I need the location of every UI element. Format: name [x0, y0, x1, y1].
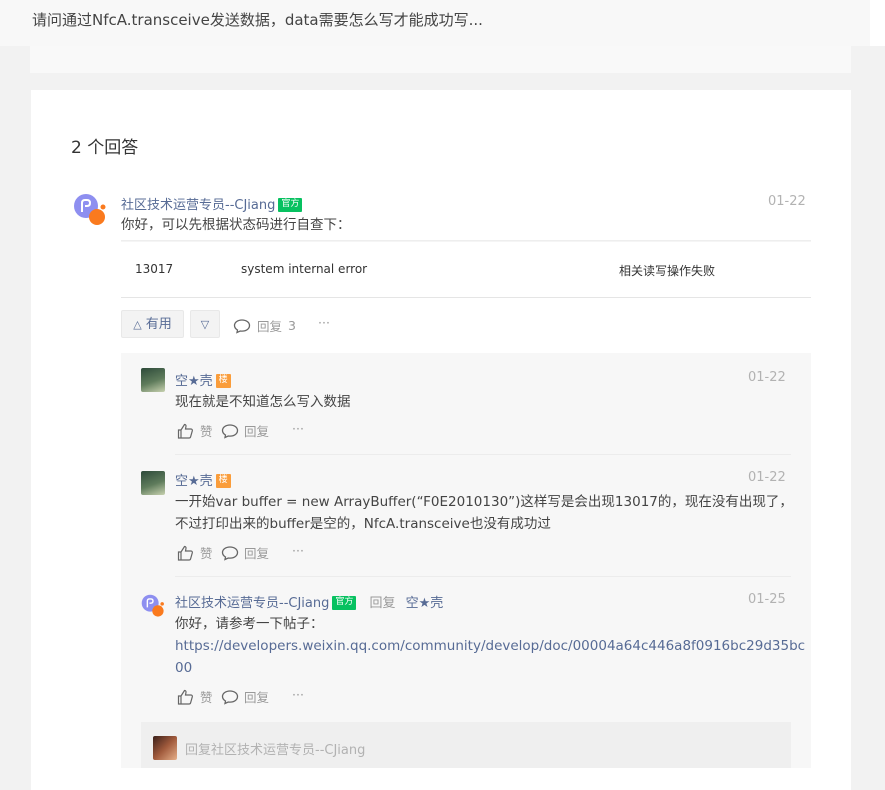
thumbs-up-icon [177, 423, 193, 439]
comment-divider [175, 576, 791, 577]
useful-label: 有用 [145, 317, 172, 332]
owner-badge: 楼 [215, 473, 231, 488]
like-button[interactable]: 赞 [177, 543, 213, 562]
community-link-cont[interactable]: 00 [175, 657, 192, 679]
reply-label: 回复 [244, 690, 270, 705]
answer-date: 01-22 [768, 194, 806, 209]
comment-text-line-1: 一开始var buffer = new ArrayBuffer(“F0E2010… [175, 494, 793, 510]
page-edge [870, 0, 885, 46]
comment-text-line-2: 不过打印出来的buffer是空的，NfcA.transceive也没有成功过 [175, 516, 551, 532]
answer-author[interactable]: 社区技术运营专员--CJiang [121, 198, 275, 213]
community-link[interactable]: https://developers.weixin.qq.com/communi… [175, 635, 805, 657]
question-card-footer [30, 46, 851, 73]
comment-date: 01-22 [748, 470, 786, 485]
reply-label: 回复 [257, 319, 283, 334]
status-code: 13017 [135, 262, 174, 276]
current-user-avatar [153, 736, 177, 760]
answer-author-line: 社区技术运营专员--CJiang 官方 [121, 194, 303, 213]
answer-text: 你好，可以先根据状态码进行自查下： [121, 217, 351, 233]
reply-label: 回复 [244, 424, 270, 439]
comment-icon [233, 318, 251, 334]
comment-icon [221, 545, 239, 561]
like-label: 赞 [200, 546, 213, 561]
comment-author-line: 社区技术运营专员--CJiang 官方 回复 空★壳 [175, 592, 443, 611]
more-button[interactable]: ··· [292, 687, 304, 702]
official-badge: 官方 [332, 595, 357, 610]
user-avatar[interactable] [141, 471, 165, 495]
comment-text: 现在就是不知道怎么写入数据 [175, 394, 351, 410]
like-button[interactable]: 赞 [177, 421, 213, 440]
reply-label: 回复 [244, 546, 270, 561]
comment-divider [175, 454, 791, 455]
official-badge: 官方 [278, 197, 303, 212]
like-label: 赞 [200, 424, 213, 439]
comment-icon [221, 423, 239, 439]
status-code-table: 13017 system internal error 相关读写操作失败 [121, 240, 811, 298]
more-button[interactable]: ··· [292, 543, 304, 558]
like-label: 赞 [200, 690, 213, 705]
comment-reply-button[interactable]: 回复 [221, 543, 269, 562]
more-button[interactable]: ··· [318, 315, 330, 330]
answer-reply-button[interactable]: 回复 3 [233, 316, 296, 335]
status-message: system internal error [241, 262, 368, 276]
comment-date: 01-22 [748, 370, 786, 385]
question-card: 请问通过NfcA.transceive发送数据，data需要怎么写才能成功写..… [0, 0, 885, 46]
triangle-up-icon: △ [133, 318, 142, 331]
thumbs-up-icon [177, 689, 193, 705]
reply-word: 回复 [369, 596, 396, 611]
owner-badge: 楼 [215, 373, 231, 388]
useful-button[interactable]: △ 有用 [121, 310, 184, 338]
comment-reply-button[interactable]: 回复 [221, 421, 269, 440]
user-avatar[interactable] [141, 368, 165, 392]
status-description: 相关读写操作失败 [619, 264, 716, 278]
comment-text: 你好，请参考一下帖子： [175, 616, 324, 632]
triangle-down-icon: ▽ [200, 318, 210, 331]
answers-title: 2 个回答 [71, 138, 139, 158]
comment-author[interactable]: 社区技术运营专员--CJiang [175, 596, 329, 611]
like-button[interactable]: 赞 [177, 687, 213, 706]
comment-author[interactable]: 空★壳 [175, 374, 213, 389]
official-avatar[interactable] [141, 594, 165, 618]
reply-input-placeholder[interactable]: 回复社区技术运营专员--CJiang [185, 739, 365, 758]
question-title[interactable]: 请问通过NfcA.transceive发送数据，data需要怎么写才能成功写..… [32, 9, 483, 30]
comment-author-line: 空★壳楼 [175, 370, 231, 389]
reply-target-user[interactable]: 空★壳 [406, 596, 444, 611]
comment-reply-button[interactable]: 回复 [221, 687, 269, 706]
official-avatar[interactable] [73, 193, 107, 227]
comment-author-line: 空★壳楼 [175, 470, 231, 489]
comment-author[interactable]: 空★壳 [175, 474, 213, 489]
thumbs-up-icon [177, 545, 193, 561]
reply-count: 3 [288, 318, 296, 333]
comment-date: 01-25 [748, 592, 786, 607]
comment-icon [221, 689, 239, 705]
not-useful-button[interactable]: ▽ [190, 310, 220, 338]
more-button[interactable]: ··· [292, 421, 304, 436]
